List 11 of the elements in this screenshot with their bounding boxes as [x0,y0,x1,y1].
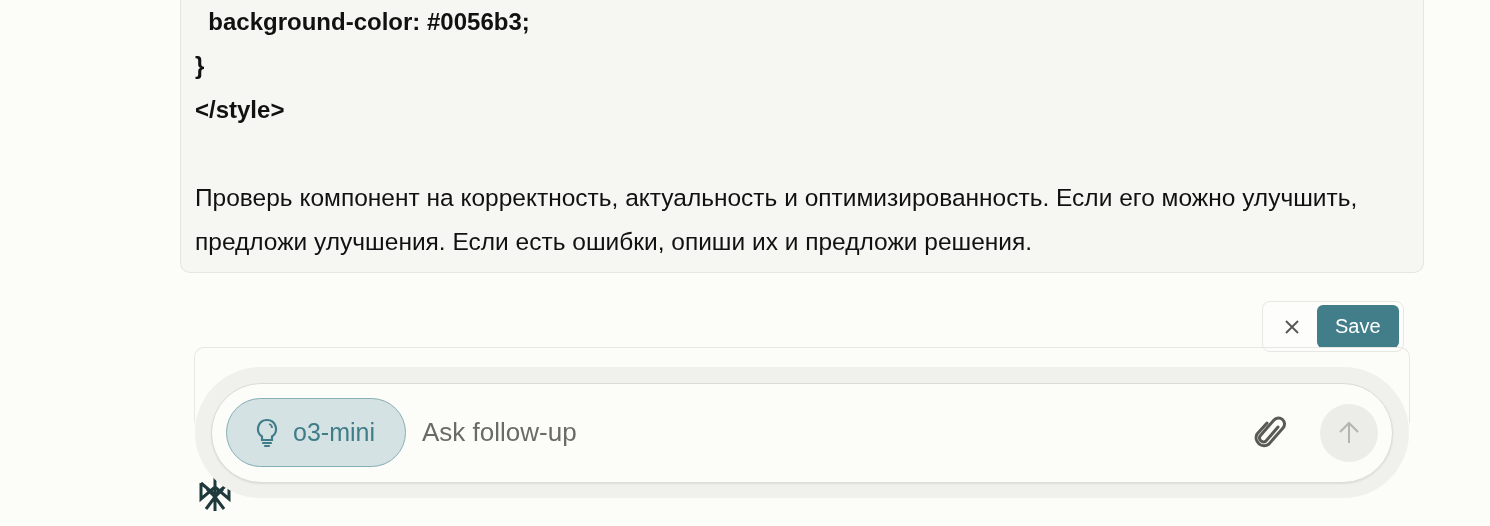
save-button[interactable]: Save [1317,305,1399,348]
message-text: Проверь компонент на корректность, актуальность и оптимизированность. Если его можно улучшить, предложи улучшения. Если есть ошибки, опиши их и предложи решения. [195,183,1359,257]
lightbulb-icon [255,417,279,448]
arrow-up-icon [1338,420,1360,445]
code-line: } [195,51,206,81]
code-line: background-color: #0056b3; [207,7,531,37]
code-line: </style> [195,95,286,125]
close-icon [1284,318,1300,335]
message-editor[interactable]: background-color: #0056b3; } </style> Проверь компонент на корректность, актуальность и оптимизированность. Если его можно улучшить, предложи улучшения. Если есть ошибки, опиши их и предложи решения. [180,0,1424,273]
model-button[interactable]: o3-mini [226,398,406,467]
follow-up-input[interactable]: Ask follow-up [420,416,1254,449]
